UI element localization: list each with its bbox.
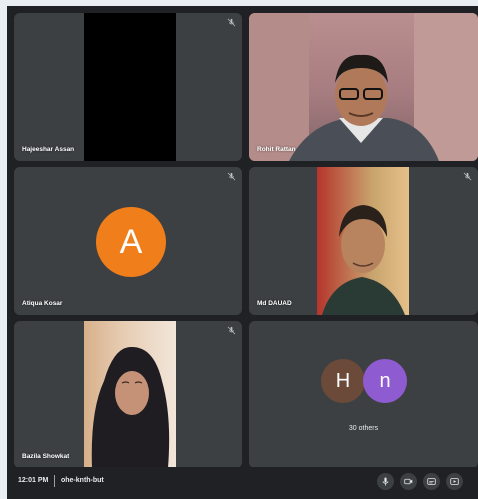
avatar: n <box>363 359 407 403</box>
participant-tile-rohit[interactable]: Rohit Rattan <box>249 13 478 161</box>
participant-name: Atiqua Kosar <box>22 300 63 307</box>
others-count-label: 30 others <box>348 425 379 432</box>
muted-mic-icon <box>227 18 236 27</box>
video-feed <box>84 13 176 161</box>
participant-name: Bazila Showkat <box>22 453 70 460</box>
participant-tile-md-dauad[interactable]: Md DAUAD <box>249 167 478 315</box>
video-feed <box>317 167 409 315</box>
mic-button[interactable] <box>377 473 394 490</box>
present-icon <box>450 478 459 485</box>
divider <box>54 475 55 487</box>
avatar: H <box>321 359 365 403</box>
participant-tile-hajeeshar[interactable]: Hajeeshar Assan <box>14 13 242 161</box>
captions-icon <box>427 478 436 485</box>
video-feed <box>249 13 478 161</box>
avatar: A <box>96 207 166 277</box>
muted-mic-icon <box>227 172 236 181</box>
bottom-bar: 12:01 PM ohe-knth-but <box>7 467 478 499</box>
camera-icon <box>404 478 413 485</box>
current-time: 12:01 PM <box>18 477 49 484</box>
participant-name: Hajeeshar Assan <box>22 146 75 153</box>
participant-tile-bazila[interactable]: Bazila Showkat <box>14 321 242 468</box>
meeting-stage: Hajeeshar Assan Rohit Rattan A Atiqua Ko… <box>7 6 478 499</box>
camera-button[interactable] <box>400 473 417 490</box>
participant-name: Rohit Rattan <box>257 146 296 153</box>
avatar-letter: n <box>379 369 391 392</box>
participant-name: Md DAUAD <box>257 300 292 307</box>
avatar-letter: A <box>119 222 143 261</box>
participant-tile-atiqua[interactable]: A Atiqua Kosar <box>14 167 242 315</box>
muted-mic-icon <box>463 172 472 181</box>
muted-mic-icon <box>227 326 236 335</box>
meeting-code: ohe-knth-but <box>61 477 104 484</box>
video-feed <box>84 321 176 468</box>
others-tile[interactable]: H n 30 others <box>249 321 478 468</box>
mic-icon <box>382 477 389 486</box>
captions-button[interactable] <box>423 473 440 490</box>
present-button[interactable] <box>446 473 463 490</box>
avatar-letter: H <box>335 369 351 392</box>
